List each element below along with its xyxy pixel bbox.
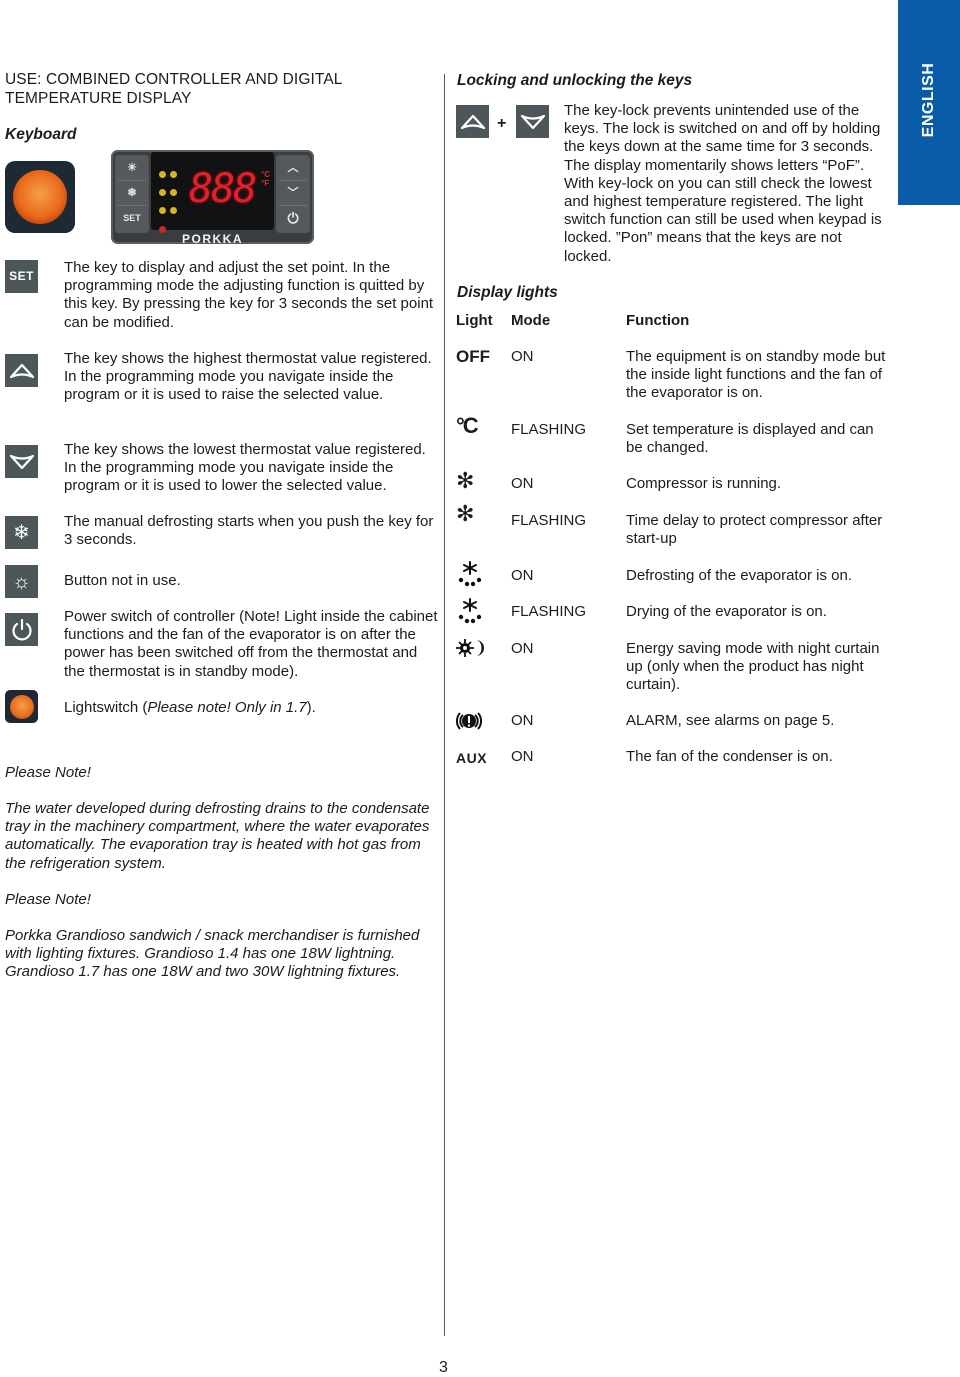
- lightswitch-description: Lightswitch (Please note! Only in 1.7).: [64, 699, 439, 717]
- row-function: Defrosting of the evaporator is on.: [626, 567, 852, 584]
- up-arrow-key-icon: [5, 354, 38, 387]
- row-function: Time delay to protect compressor after s…: [626, 512, 883, 548]
- defrost-key-icon: ❄: [5, 516, 38, 549]
- defrost-key-description: The manual defrosting starts when you pu…: [64, 513, 434, 549]
- lock-description: The key-lock prevents unintended use of …: [564, 102, 882, 265]
- section-title-line-1: USE: COMBINED CONTROLLER AND DIGITAL: [5, 71, 343, 88]
- down-key-description: The key shows the lowest thermostat valu…: [64, 441, 426, 495]
- note-1-text: The water developed during defrosting dr…: [5, 800, 430, 872]
- aux-indicator: AUX: [456, 750, 488, 766]
- controller-digits: 888: [189, 166, 257, 212]
- off-indicator: OFF: [456, 347, 490, 366]
- row-function: Compressor is running.: [626, 475, 782, 492]
- controller-status-leds: [157, 166, 183, 239]
- lightswitch-bulb-icon: [13, 170, 67, 224]
- defrost-icon: [456, 560, 496, 587]
- set-key-description: The key to display and adjust the set po…: [64, 259, 434, 331]
- alarm-icon: [456, 709, 496, 735]
- row-function: ALARM, see alarms on page 5.: [626, 712, 835, 729]
- controller-units: °C °F: [261, 170, 270, 188]
- keyboard-heading: Keyboard: [5, 126, 77, 143]
- column-header-light: Light: [456, 312, 493, 329]
- section-title: USE: COMBINED CONTROLLER AND DIGITAL TEM…: [5, 71, 342, 108]
- language-tab: ENGLISH: [898, 0, 960, 205]
- energy-saving-icon: [456, 638, 496, 664]
- power-key-icon: [5, 613, 38, 646]
- row-function: The fan of the condenser is on.: [626, 748, 833, 765]
- row-mode: FLASHING: [511, 512, 587, 529]
- controller-power-icon: ⏻: [287, 210, 299, 227]
- lightswitch-icon: [5, 690, 38, 723]
- power-key-description: Power switch of controller (Note! Light …: [64, 608, 438, 680]
- row-mode: ON: [511, 640, 534, 657]
- note-2-heading: Please Note!: [5, 891, 91, 908]
- celsius-icon: °C: [456, 413, 479, 438]
- unit-celsius: °C: [261, 170, 270, 179]
- light-key-description: Button not in use.: [64, 572, 181, 589]
- row-mode: ON: [511, 567, 534, 584]
- row-mode: ON: [511, 348, 534, 365]
- column-divider: [444, 74, 446, 1336]
- down-arrow-key-icon: [516, 105, 549, 138]
- note-1-heading: Please Note!: [5, 764, 91, 781]
- note-2-text: Porkka Grandioso sandwich / snack mercha…: [5, 927, 420, 981]
- controller-down-icon: ﹀: [279, 182, 307, 206]
- controller-light-icon: ☀: [118, 157, 146, 181]
- controller-set-key: SET: [123, 213, 141, 224]
- compressor-icon: ✻: [456, 501, 475, 526]
- row-mode: FLASHING: [511, 421, 587, 438]
- light-key-icon: ☼: [5, 565, 38, 598]
- unit-fahrenheit: °F: [261, 179, 270, 188]
- lightswitch-note: Please note! Only in 1.7: [147, 699, 307, 716]
- down-arrow-key-icon: [5, 445, 38, 478]
- controller-brand: PORKKA: [181, 232, 243, 246]
- lock-heading: Locking and unlocking the keys: [457, 72, 693, 89]
- set-key-label: SET: [9, 269, 34, 284]
- lightswitch-button-image: [5, 161, 75, 233]
- plus-sign: +: [497, 115, 507, 132]
- controller-defrost-icon: ❄: [118, 182, 146, 206]
- defrost-icon: [456, 597, 496, 624]
- compressor-icon: ✻: [456, 468, 475, 493]
- row-mode: ON: [511, 712, 534, 729]
- column-header-mode: Mode: [511, 312, 551, 329]
- controller-right-keys: ︿ ﹀ ⏻: [276, 155, 310, 233]
- up-key-description: The key shows the highest thermostat val…: [64, 350, 432, 404]
- row-function: The equipment is on standby mode but the…: [626, 348, 886, 402]
- display-lights-heading: Display lights: [457, 284, 558, 301]
- lightswitch-text: Lightswitch (: [64, 699, 148, 716]
- section-title-line-2: TEMPERATURE DISPLAY: [5, 89, 192, 107]
- row-function: Set temperature is displayed and can be …: [626, 421, 874, 457]
- row-function: Energy saving mode with night curtain up…: [626, 640, 880, 694]
- controller-panel-image: ☀ ❄ SET 888 °C °F ︿ ﹀ ⏻ PORKKA: [111, 150, 314, 246]
- lightswitch-suffix: ).: [306, 699, 316, 716]
- row-mode: ON: [511, 475, 534, 492]
- page-number: 3: [439, 1359, 448, 1376]
- up-arrow-key-icon: [456, 105, 489, 138]
- controller-up-icon: ︿: [279, 157, 307, 181]
- row-function: Drying of the evaporator is on.: [626, 603, 827, 620]
- row-mode: FLASHING: [511, 603, 587, 620]
- set-key-icon: SET: [5, 260, 38, 293]
- controller-display: 888 °C °F: [151, 152, 274, 233]
- column-header-function: Function: [626, 312, 690, 329]
- language-label: ENGLISH: [919, 62, 937, 138]
- controller-left-keys: ☀ ❄ SET: [115, 155, 149, 233]
- row-mode: ON: [511, 748, 534, 765]
